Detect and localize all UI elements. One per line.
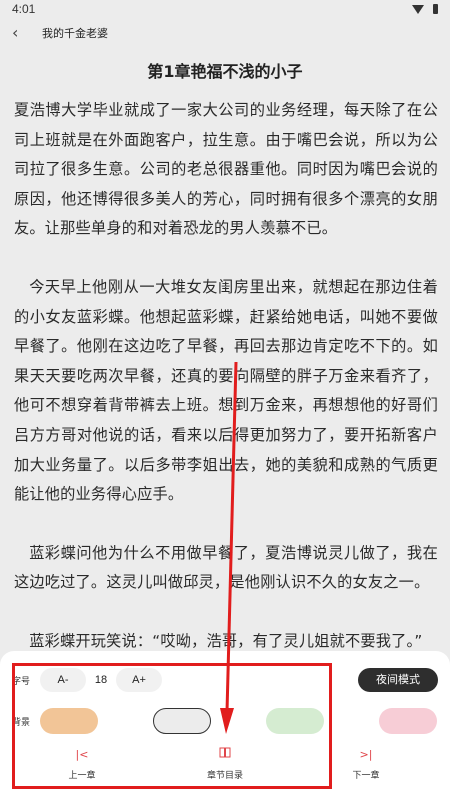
chevron-left-icon[interactable]: ‹ bbox=[12, 24, 28, 42]
wifi-icon bbox=[411, 4, 424, 14]
book-icon bbox=[185, 746, 265, 764]
chapter-list-label: 章节目录 bbox=[206, 771, 243, 781]
next-chapter-label: 下一章 bbox=[352, 771, 380, 781]
night-mode-button[interactable]: 夜间模式 bbox=[358, 668, 438, 692]
status-icons bbox=[411, 2, 438, 15]
background-label: 背景 bbox=[12, 718, 31, 728]
skip-next-icon: >| bbox=[359, 748, 373, 761]
font-decrease-button[interactable]: A- bbox=[40, 668, 86, 692]
status-bar: 4:01 bbox=[0, 0, 450, 18]
bg-swatch-green[interactable] bbox=[266, 708, 324, 734]
book-title: 我的千金老婆 bbox=[42, 27, 108, 40]
status-time: 4:01 bbox=[12, 2, 36, 16]
next-chapter-button[interactable]: >| 下一章 bbox=[326, 746, 406, 781]
font-size-label: 字号 bbox=[12, 677, 31, 687]
font-size-value: 18 bbox=[94, 674, 108, 686]
skip-previous-icon: |< bbox=[75, 748, 89, 761]
paragraph: 蓝彩蝶问他为什么不用做早餐了，夏浩博说灵儿做了，我在这边吃过了。这灵儿叫做邱灵，… bbox=[14, 543, 438, 592]
previous-chapter-label: 上一章 bbox=[68, 771, 96, 781]
previous-chapter-button[interactable]: |< 上一章 bbox=[42, 746, 122, 781]
bg-swatch-white[interactable] bbox=[153, 708, 211, 734]
paragraph: 今天早上他刚从一大堆女友闺房里出来，就想起在那边住着的小女友蓝彩蝶。他想起蓝彩蝶… bbox=[14, 277, 438, 504]
chapter-content: 夏浩博大学毕业就成了一家大公司的业务经理，每天除了在公司上班就是在外面跑客户，拉… bbox=[14, 96, 438, 686]
font-increase-button[interactable]: A+ bbox=[116, 668, 162, 692]
bg-swatch-orange[interactable] bbox=[40, 708, 98, 734]
bg-swatch-pink[interactable] bbox=[379, 708, 437, 734]
reader-header: ‹ 我的千金老婆 bbox=[0, 20, 450, 46]
chapter-list-button[interactable]: 章节目录 bbox=[185, 746, 265, 781]
paragraph: 夏浩博大学毕业就成了一家大公司的业务经理，每天除了在公司上班就是在外面跑客户，拉… bbox=[14, 101, 438, 238]
chapter-title: 第1章艳福不浅的小子 bbox=[147, 62, 303, 81]
battery-icon bbox=[433, 4, 438, 14]
